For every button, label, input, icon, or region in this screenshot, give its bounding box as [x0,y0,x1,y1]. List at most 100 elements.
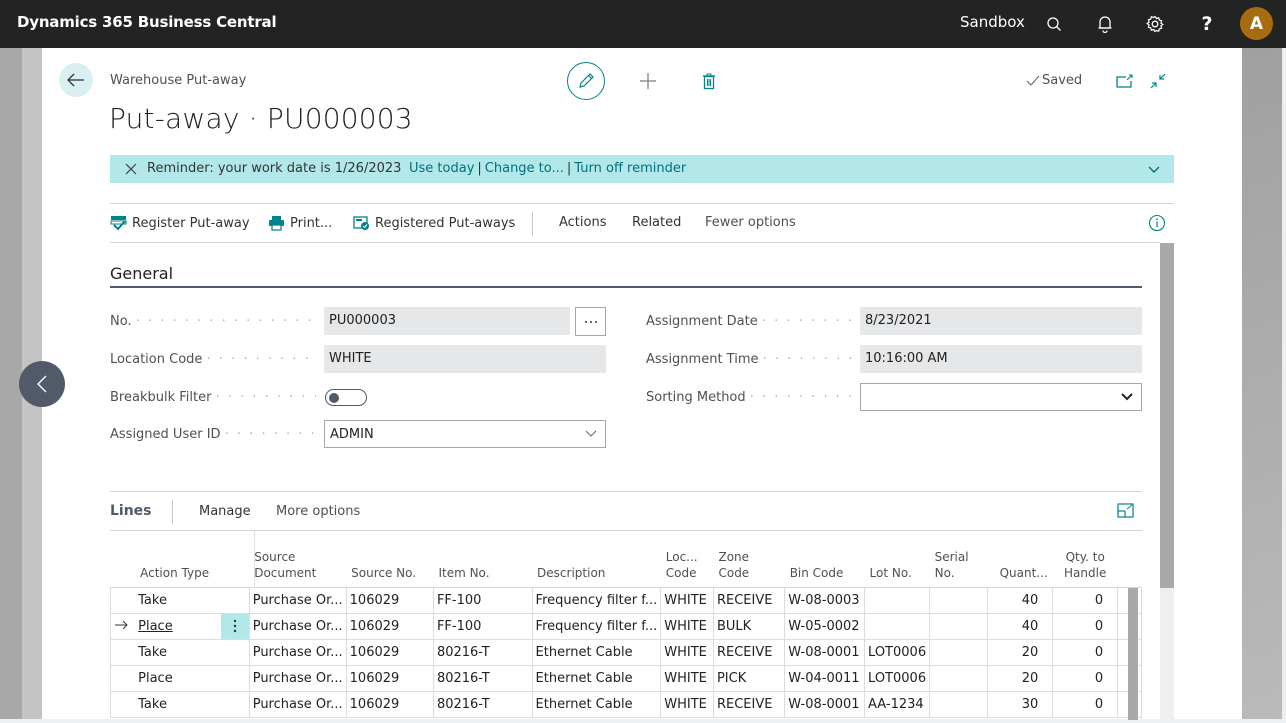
cell-bin-code[interactable]: W-04-0011 [784,664,866,692]
help-icon[interactable]: ? [1195,12,1219,36]
cell-quantity[interactable]: 40 [986,612,1054,640]
row-menu-cell[interactable] [220,690,250,718]
row-selector[interactable] [110,664,136,692]
app-title[interactable]: Dynamics 365 Business Central [17,13,277,31]
cell-source-no[interactable]: 106029 [345,612,434,640]
cell-zone-code[interactable]: RECEIVE [712,690,786,718]
related-menu[interactable]: Related [632,215,681,230]
cell-source-no[interactable]: 106029 [345,690,434,718]
row-selector[interactable] [110,690,136,718]
back-button[interactable] [59,63,93,97]
cell-action-type[interactable]: Place [135,664,221,692]
cell-source-document[interactable]: Purchase Or... [248,586,347,614]
cell-serial-no[interactable] [929,690,988,718]
action-type-value[interactable]: Place [138,619,173,634]
cell-loc-code[interactable]: WHITE [660,612,714,640]
gear-icon[interactable] [1143,12,1167,36]
header-source-document[interactable]: Source Document [249,531,347,588]
delete-button[interactable] [697,69,721,93]
edit-button[interactable] [567,62,605,100]
cell-serial-no[interactable] [929,612,988,640]
header-source-no[interactable]: Source No. [346,531,434,588]
cell-quantity[interactable]: 40 [986,586,1054,614]
cell-quantity[interactable]: 20 [986,638,1054,666]
row-menu-cell[interactable] [220,638,250,666]
chevron-down-icon[interactable] [1146,161,1162,177]
cell-item-no[interactable]: FF-100 [432,586,533,614]
cell-qty-to-handle[interactable]: 0 [1052,690,1119,718]
assist-edit-button[interactable] [575,307,606,336]
cell-zone-code[interactable]: RECEIVE [712,638,786,666]
cell-description[interactable]: Ethernet Cable [531,664,662,692]
breakbulk-filter-toggle[interactable] [325,389,367,406]
actions-menu[interactable]: Actions [559,215,607,230]
expand-part-icon[interactable] [1117,503,1135,519]
close-icon[interactable] [123,161,139,177]
cell-item-no[interactable]: 80216-T [432,664,533,692]
table-row[interactable]: Take Purchase Or... 106029 80216-T Ethernet … [110,690,1142,718]
table-row[interactable]: Take Purchase Or... 106029 FF-100 Frequency … [110,586,1142,614]
cell-lot-no[interactable]: LOT0006 [864,664,931,692]
bell-icon[interactable] [1093,12,1117,36]
header-zone-code[interactable]: Zone Code [713,531,785,588]
row-selector[interactable] [110,586,136,614]
cell-quantity[interactable]: 30 [986,690,1054,718]
cell-description[interactable]: Ethernet Cable [531,690,662,718]
row-selector[interactable] [110,638,136,666]
change-to-link[interactable]: Change to... [485,161,564,176]
cell-item-no[interactable]: FF-100 [432,612,533,640]
new-button[interactable] [636,69,660,93]
cell-source-document[interactable]: Purchase Or... [248,612,347,640]
cell-qty-to-handle[interactable]: 0 [1052,638,1119,666]
general-section-title[interactable]: General [110,264,173,283]
cell-bin-code[interactable]: W-08-0003 [784,586,866,614]
page-scrollbar-thumb[interactable] [1160,243,1174,588]
cell-lot-no[interactable] [864,612,931,640]
header-quantity[interactable]: Quant... [987,531,1053,588]
cell-source-document[interactable]: Purchase Or... [248,638,347,666]
header-action-type[interactable]: Action Type [135,531,221,588]
cell-item-no[interactable]: 80216-T [432,690,533,718]
row-selector[interactable] [110,612,136,640]
table-row[interactable]: Place Purchase Or... 106029 FF-100 Frequency… [110,612,1142,640]
cell-action-type[interactable]: Take [135,586,221,614]
grid-scrollbar-thumb[interactable] [1128,588,1138,720]
open-new-window-button[interactable] [1113,69,1137,93]
cell-action-type[interactable]: Take [135,638,221,666]
header-bin-code[interactable]: Bin Code [784,531,865,588]
table-row[interactable]: Take Purchase Or... 106029 80216-T Ethernet … [110,638,1142,666]
registered-put-aways-button[interactable]: Registered Put-aways [353,215,515,231]
row-menu-cell[interactable] [220,664,250,692]
cell-description[interactable]: Ethernet Cable [531,638,662,666]
assignment-time-field[interactable]: 10:16:00 AM [860,345,1142,373]
user-avatar[interactable]: A [1240,7,1273,40]
header-qty-to-handle[interactable]: Qty. to Handle [1052,531,1118,588]
no-field[interactable]: PU000003 [324,307,570,335]
cell-description[interactable]: Frequency filter f... [531,612,662,640]
sorting-method-select[interactable] [860,383,1142,411]
lines-title[interactable]: Lines [110,503,152,519]
cell-description[interactable]: Frequency filter f... [531,586,662,614]
cell-loc-code[interactable]: WHITE [660,690,714,718]
header-serial-no[interactable]: Serial No. [929,531,988,588]
cell-lot-no[interactable]: LOT0006 [864,638,931,666]
info-icon[interactable] [1148,214,1166,232]
cell-quantity[interactable]: 20 [986,664,1054,692]
header-item-no[interactable]: Item No. [433,531,533,588]
row-menu-cell[interactable] [220,612,250,640]
cell-bin-code[interactable]: W-08-0001 [784,638,866,666]
cell-action-type[interactable]: Take [135,690,221,718]
cell-source-document[interactable]: Purchase Or... [248,690,347,718]
more-options-button[interactable]: More options [276,504,360,519]
manage-menu[interactable]: Manage [199,504,251,519]
cell-zone-code[interactable]: RECEIVE [712,586,786,614]
search-icon[interactable] [1042,12,1066,36]
turn-off-reminder-link[interactable]: Turn off reminder [574,161,686,176]
cell-bin-code[interactable]: W-08-0001 [784,690,866,718]
cell-serial-no[interactable] [929,638,988,666]
cell-bin-code[interactable]: W-05-0002 [784,612,866,640]
cell-zone-code[interactable]: PICK [712,664,786,692]
cell-source-no[interactable]: 106029 [345,664,434,692]
register-put-away-button[interactable]: Register Put-away [110,215,250,231]
more-vertical-icon[interactable] [233,619,237,633]
